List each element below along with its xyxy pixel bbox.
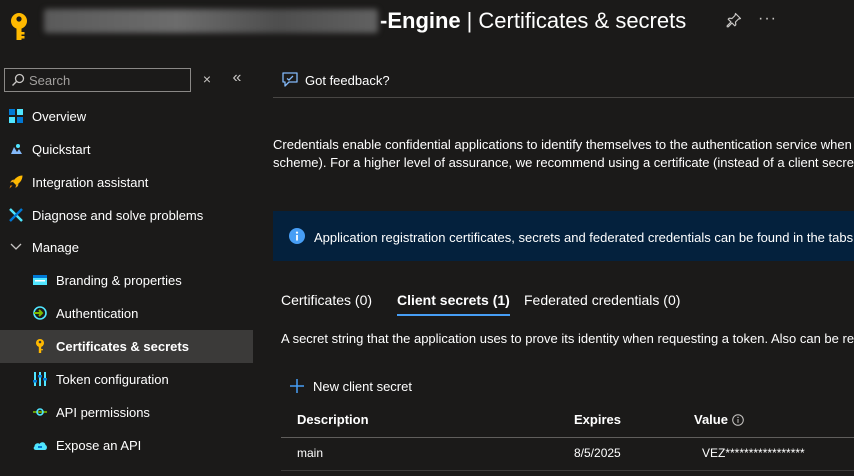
column-header-description[interactable]: Description [297,412,369,427]
sidebar-item-diagnose[interactable]: Diagnose and solve problems [0,199,253,232]
page-header: -Engine | Certificates & secrets ··· [0,0,854,48]
authentication-icon [33,306,47,320]
sidebar-item-label: Branding & properties [56,273,182,288]
sidebar-item-label: Authentication [56,306,139,321]
secret-expires-cell: 8/5/2025 [574,446,621,460]
more-options-icon[interactable]: ··· [758,10,777,28]
app-roles-icon [32,470,48,476]
redacted-app-name [44,9,378,33]
pin-icon[interactable] [726,12,742,28]
quickstart-cloud-icon [11,144,22,154]
api-permissions-icon [33,408,47,416]
tab-federated-credentials[interactable]: Federated credentials (0) [524,284,680,316]
page-title-section: Certificates & secrets [478,8,687,33]
info-banner: Application registration certificates, s… [273,211,854,261]
page-title-app-suffix: -Engine [380,8,461,33]
page-title: -Engine | Certificates & secrets [44,6,686,36]
sidebar-item-api-permissions[interactable]: API permissions [0,396,253,429]
intro-line-2: scheme). For a higher level of assurance… [273,155,854,170]
sidebar-item-label: API permissions [56,405,150,420]
collapse-sidebar-icon[interactable]: « [229,70,245,86]
key-icon [11,13,27,40]
table-header-divider [281,437,854,438]
sidebar-item-label: Token configuration [56,372,169,387]
sidebar-item-label: Expose an API [56,438,142,453]
column-header-value[interactable]: Value [694,412,744,427]
column-header-expires[interactable]: Expires [574,412,621,427]
sidebar-item-label: Integration assistant [32,175,149,190]
wrench-icon [9,208,23,222]
feedback-bar: Got feedback? [273,58,854,98]
sidebar-item-expose-api[interactable]: Expose an API [0,429,253,462]
cloud-api-icon [33,442,47,450]
sidebar-item-label: Manage [32,240,79,255]
tab-label: Certificates (0) [281,292,373,308]
sidebar-group-manage[interactable]: Manage [0,231,253,264]
new-client-secret-label: New client secret [313,378,412,394]
secret-value-cell: VEZ***************** [702,446,805,460]
page-title-separator: | [466,8,473,33]
new-client-secret-button[interactable]: New client secret [289,376,412,396]
clear-search-icon[interactable]: × [200,72,214,86]
search-box[interactable] [4,68,191,92]
info-banner-text: Application registration certificates, s… [314,230,854,245]
tab-label: Client secrets (1) [397,292,510,308]
token-icon [33,372,47,386]
branding-icon [33,275,47,285]
sidebar-item-branding[interactable]: Branding & properties [0,264,253,297]
search-icon [12,73,25,86]
feedback-icon[interactable] [281,71,299,89]
sidebar-item-label: Certificates & secrets [56,339,189,354]
tab-label: Federated credentials (0) [524,292,681,308]
sidebar: × « Overview Quickstart Integration assi… [0,58,253,476]
sidebar-item-quickstart[interactable]: Quickstart [0,133,253,166]
rocket-icon [9,175,23,189]
plus-icon [290,379,304,393]
tab-client-secrets[interactable]: Client secrets (1) [397,284,510,316]
table-row-divider [281,470,854,471]
secret-description-cell: main [297,446,324,460]
overview-icon [9,109,23,123]
tab-certificates[interactable]: Certificates (0) [281,284,372,316]
sidebar-item-label: Diagnose and solve problems [32,208,204,223]
info-circle-icon[interactable] [732,414,744,426]
sidebar-item-authentication[interactable]: Authentication [0,297,253,330]
sidebar-item-overview[interactable]: Overview [0,100,253,133]
sidebar-item-partial[interactable] [0,462,253,476]
sidebar-item-label: Quickstart [32,142,91,157]
chevron-down-icon [10,243,22,250]
search-input[interactable] [29,71,187,89]
sidebar-item-certificates-secrets[interactable]: Certificates & secrets [0,330,253,363]
sidebar-item-token-configuration[interactable]: Token configuration [0,363,253,396]
main-content: Got feedback? Credentials enable confide… [273,58,854,476]
feedback-link[interactable]: Got feedback? [305,73,390,88]
sidebar-item-label: Overview [32,109,87,124]
client-secret-description: A secret string that the application use… [281,331,854,346]
key-icon [36,339,44,353]
column-header-value-label: Value [694,412,728,427]
info-icon [289,228,305,244]
intro-line-1: Credentials enable confidential applicat… [273,137,852,152]
sidebar-item-integration-assistant[interactable]: Integration assistant [0,166,253,199]
credentials-intro: Credentials enable confidential applicat… [273,136,854,172]
